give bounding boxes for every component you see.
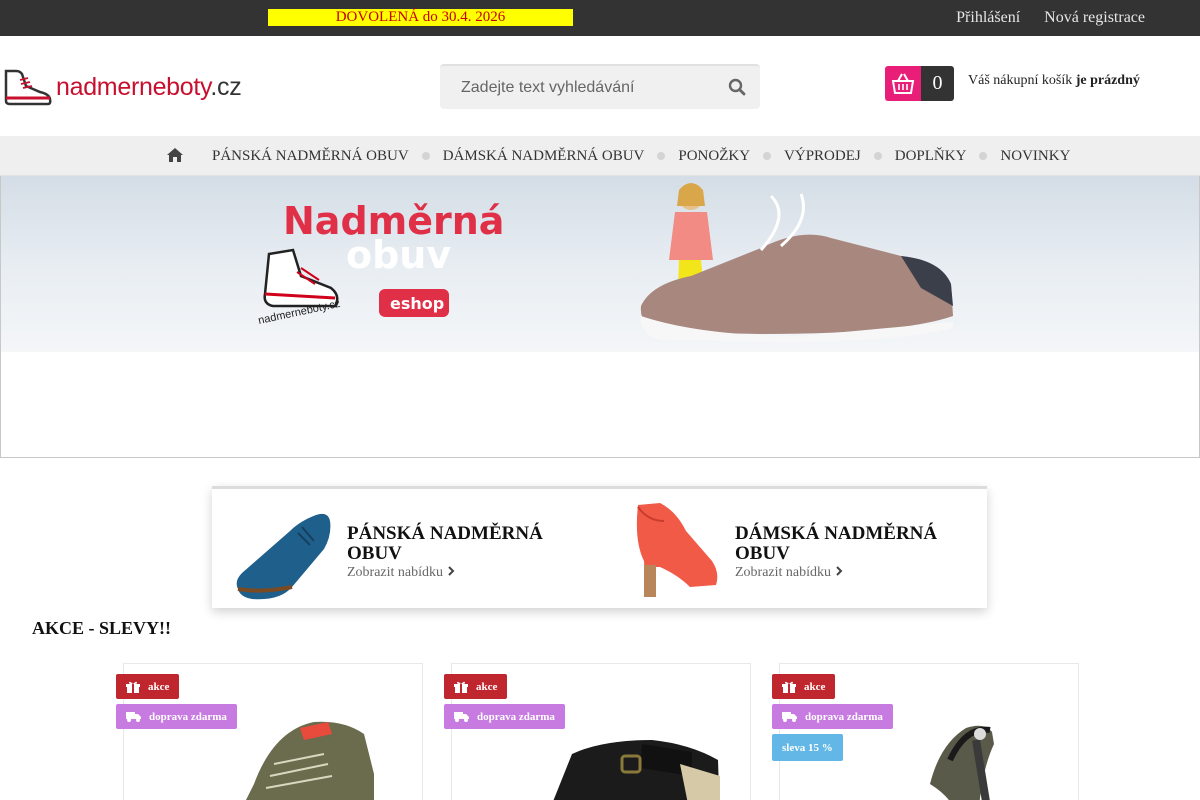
nav-separator	[657, 152, 666, 160]
gift-icon	[782, 681, 796, 693]
badge-sale: akce	[444, 674, 508, 699]
logo-name: nadmerneboty	[56, 72, 211, 101]
cart-count[interactable]: 0	[921, 66, 954, 101]
badge-discount: sleva 15 %	[772, 734, 843, 761]
nav-item-sale[interactable]: VÝPRODEJ	[784, 148, 861, 165]
gift-icon	[454, 681, 468, 693]
category-title-womens-line1: DÁMSKÁ NADMĚRNÁ	[735, 523, 938, 544]
nav-separator	[979, 152, 988, 160]
section-title-sales: AKCE - SLEVY!!	[32, 618, 172, 638]
vacation-notice: DOVOLENÁ do 30.4. 2026	[268, 9, 573, 26]
category-link-mens[interactable]: Zobrazit nabídku	[347, 565, 455, 581]
category-link-mens-label: Zobrazit nabídku	[347, 565, 444, 580]
truck-icon	[782, 712, 797, 722]
nav-item-accessories[interactable]: DOPLŇKY	[895, 148, 967, 165]
basket-icon	[891, 73, 915, 94]
nav-separator	[421, 152, 430, 160]
badge-free-shipping: doprava zdarma	[444, 704, 565, 729]
nav-separator	[873, 152, 882, 160]
login-link[interactable]: Přihlášení	[956, 9, 1020, 27]
category-title-mens-line2: OBUV	[347, 543, 402, 564]
badge-free-shipping: doprava zdarma	[772, 704, 893, 729]
badge-free-shipping-label: doprava zdarma	[477, 710, 555, 723]
nav-separator	[763, 152, 772, 160]
nav-item-socks[interactable]: PONOŽKY	[678, 148, 750, 165]
womens-shoe-image	[636, 503, 718, 597]
category-card-mens[interactable]: PÁNSKÁ NADMĚRNÁ OBUV Zobrazit nabídku	[212, 489, 599, 608]
category-title-womens: DÁMSKÁ NADMĚRNÁ OBUV	[735, 524, 937, 564]
category-link-womens-label: Zobrazit nabídku	[735, 565, 832, 580]
category-card-womens[interactable]: DÁMSKÁ NADMĚRNÁ OBUV Zobrazit nabídku	[600, 489, 987, 608]
badge-free-shipping-label: doprava zdarma	[805, 710, 883, 723]
badge-sale-label: akce	[148, 680, 170, 693]
mens-shoe-image	[236, 513, 331, 600]
chevron-right-icon	[447, 566, 454, 576]
cart-button[interactable]	[885, 66, 921, 101]
top-bar: DOVOLENÁ do 30.4. 2026 Přihlášení Nová r…	[0, 0, 1200, 36]
category-title-mens-line1: PÁNSKÁ NADMĚRNÁ	[347, 523, 543, 544]
category-title-womens-line2: OBUV	[735, 543, 790, 564]
cart-status-text: Váš nákupní košík je prázdný	[968, 73, 1140, 89]
category-title-mens: PÁNSKÁ NADMĚRNÁ OBUV	[347, 524, 543, 564]
banner-image: nadmerneboty.cz Nadměrná obuv eshop	[1, 176, 1199, 352]
search-input[interactable]	[440, 66, 715, 109]
badge-sale: akce	[116, 674, 180, 699]
truck-icon	[454, 712, 469, 722]
badge-sale-label: akce	[804, 680, 826, 693]
hero-banner[interactable]: nadmerneboty.cz Nadměrná obuv eshop	[0, 176, 1200, 458]
banner-eshop-label: eshop	[390, 294, 444, 313]
badge-sale: akce	[772, 674, 836, 699]
banner-title-line2: obuv	[346, 233, 451, 277]
badge-sale-label: akce	[476, 680, 498, 693]
shoe-logo-icon	[4, 69, 52, 106]
nav-item-mens-shoes[interactable]: PÁNSKÁ NADMĚRNÁ OBUV	[212, 148, 409, 165]
badge-free-shipping-label: doprava zdarma	[149, 710, 227, 723]
badge-free-shipping: doprava zdarma	[116, 704, 237, 729]
main-navigation: PÁNSKÁ NADMĚRNÁ OBUV DÁMSKÁ NADMĚRNÁ OBU…	[0, 136, 1200, 176]
nav-item-new[interactable]: NOVINKY	[1000, 148, 1070, 165]
badge-discount-label: sleva 15 %	[782, 741, 833, 754]
logo-tld: .cz	[210, 72, 242, 101]
site-logo[interactable]: nadmerneboty.cz	[2, 66, 277, 108]
search-icon[interactable]	[728, 78, 750, 100]
truck-icon	[126, 712, 141, 722]
search-box	[440, 64, 760, 109]
boot-sketch-icon	[263, 248, 339, 308]
account-links: Přihlášení Nová registrace	[956, 0, 1145, 36]
home-icon[interactable]	[166, 146, 184, 164]
cart-empty-label: je prázdný	[1075, 73, 1140, 88]
category-cards: PÁNSKÁ NADMĚRNÁ OBUV Zobrazit nabídku DÁ…	[212, 486, 987, 608]
nav-item-womens-shoes[interactable]: DÁMSKÁ NADMĚRNÁ OBUV	[443, 148, 645, 165]
category-link-womens[interactable]: Zobrazit nabídku	[735, 565, 843, 581]
register-link[interactable]: Nová registrace	[1044, 9, 1145, 27]
cart-label: Váš nákupní košík	[968, 73, 1073, 88]
gift-icon	[126, 681, 140, 693]
chevron-right-icon	[835, 566, 842, 576]
